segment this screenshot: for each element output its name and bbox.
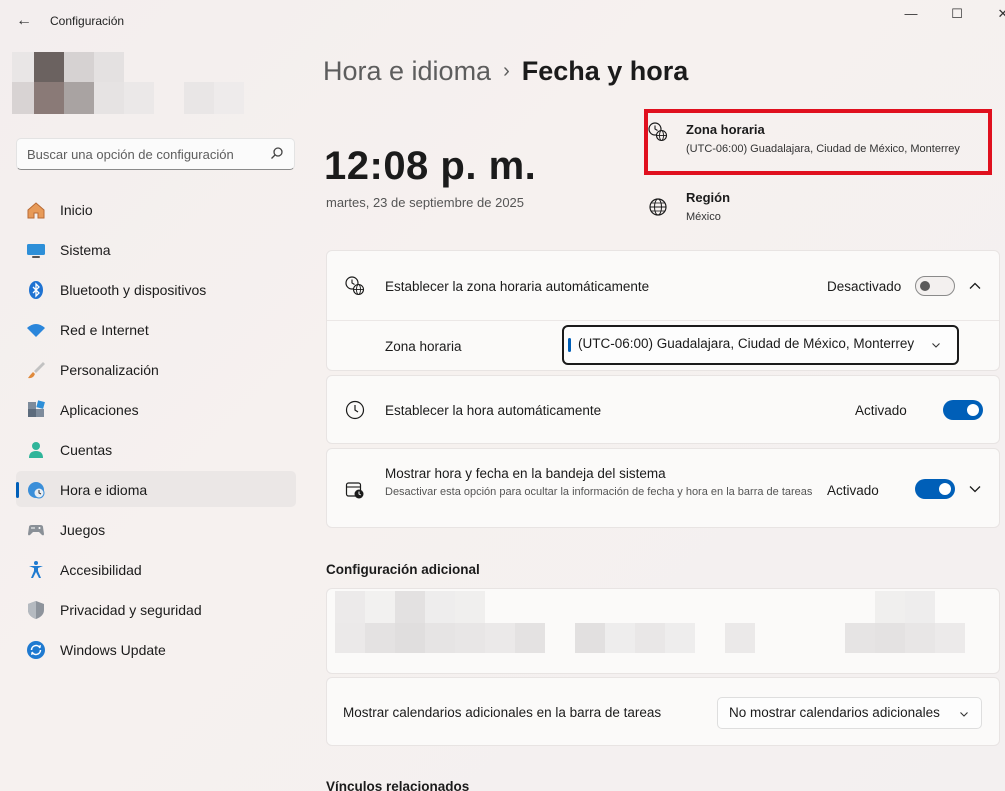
breadcrumb: Hora e idioma › Fecha y hora xyxy=(323,56,688,87)
sidebar-item-label: Privacidad y seguridad xyxy=(60,602,202,618)
clock-globe-icon xyxy=(28,482,45,499)
tray-toggle[interactable] xyxy=(915,479,955,499)
chevron-down-icon[interactable] xyxy=(967,481,983,497)
maximize-button[interactable]: ☐ xyxy=(934,4,980,24)
sidebar-item-cuentas[interactable]: Cuentas xyxy=(16,431,296,467)
user-profile-blurred xyxy=(12,52,252,114)
globe-icon xyxy=(649,198,667,216)
auto-time-card: Establecer la hora automáticamente Activ… xyxy=(326,375,1000,444)
sidebar-item-label: Sistema xyxy=(60,242,111,258)
sidebar-item-inicio[interactable]: Inicio xyxy=(16,191,296,227)
sidebar-item-label: Red e Internet xyxy=(60,322,149,338)
gamepad-icon xyxy=(28,525,44,536)
region-title: Región xyxy=(686,190,731,205)
search-input[interactable] xyxy=(17,139,267,169)
calendar-clock-icon xyxy=(345,482,364,499)
active-indicator xyxy=(16,482,19,498)
focus-indicator xyxy=(568,338,571,352)
update-icon xyxy=(27,641,45,659)
app-title: Configuración xyxy=(50,14,125,28)
sidebar-item-label: Personalización xyxy=(60,362,159,378)
calendars-label: Mostrar calendarios adicionales en la ba… xyxy=(343,705,662,720)
tray-state: Activado xyxy=(827,483,879,498)
sidebar-item-label: Cuentas xyxy=(60,442,113,458)
highlight-annotation xyxy=(644,109,992,175)
bluetooth-icon xyxy=(29,281,43,299)
tray-description: Desactivar esta opción para ocultar la i… xyxy=(385,486,813,498)
accessibility-icon xyxy=(29,561,43,578)
calendars-card: Mostrar calendarios adicionales en la ba… xyxy=(326,677,1000,746)
auto-time-state: Activado xyxy=(855,403,907,418)
chevron-down-icon xyxy=(932,343,940,348)
chevron-down-icon xyxy=(960,712,968,717)
close-button[interactable]: ✕ xyxy=(980,4,1005,24)
auto-timezone-state: Desactivado xyxy=(827,279,902,294)
blurred-setting-card xyxy=(326,588,1000,674)
system-monitor-icon xyxy=(27,244,45,258)
timezone-dropdown[interactable]: (UTC-06:00) Guadalajara, Ciudad de Méxic… xyxy=(562,325,959,365)
sidebar-item-label: Aplicaciones xyxy=(60,402,139,418)
tray-card: Mostrar hora y fecha en la bandeja del s… xyxy=(326,448,1000,528)
timezone-label: Zona horaria xyxy=(385,339,462,354)
breadcrumb-parent[interactable]: Hora e idioma xyxy=(323,56,491,86)
auto-timezone-label: Establecer la zona horaria automáticamen… xyxy=(385,279,650,294)
home-icon xyxy=(27,202,45,219)
current-date: martes, 23 de septiembre de 2025 xyxy=(326,195,525,210)
sidebar-item-label: Hora e idioma xyxy=(60,482,148,498)
sidebar-item-label: Bluetooth y dispositivos xyxy=(60,282,207,298)
current-time: 12:08 p. m. xyxy=(324,144,537,188)
sidebar-nav: Inicio Sistema Bluetooth y dispositivos … xyxy=(16,191,296,671)
sidebar-item-hora-idioma[interactable]: Hora e idioma xyxy=(16,471,296,507)
sidebar-item-aplicaciones[interactable]: Aplicaciones xyxy=(16,391,296,427)
clock-icon xyxy=(345,400,365,420)
timezone-dropdown-value: (UTC-06:00) Guadalajara, Ciudad de Méxic… xyxy=(578,336,915,351)
minimize-button[interactable]: — xyxy=(888,4,934,24)
sidebar-item-bluetooth[interactable]: Bluetooth y dispositivos xyxy=(16,271,296,307)
sidebar-item-personalizacion[interactable]: Personalización xyxy=(16,351,296,387)
chevron-up-icon[interactable] xyxy=(967,278,983,294)
clock-globe-icon xyxy=(345,276,365,296)
breadcrumb-separator: › xyxy=(503,60,510,82)
search-icon[interactable] xyxy=(270,146,284,160)
sidebar-item-label: Windows Update xyxy=(60,642,166,658)
sidebar-item-sistema[interactable]: Sistema xyxy=(16,231,296,267)
sidebar-item-accesibilidad[interactable]: Accesibilidad xyxy=(16,551,296,587)
auto-time-label: Establecer la hora automáticamente xyxy=(385,403,602,418)
calendars-dropdown-value: No mostrar calendarios adicionales xyxy=(729,705,940,720)
section-title-related: Vínculos relacionados xyxy=(326,779,470,791)
sidebar-item-red[interactable]: Red e Internet xyxy=(16,311,296,347)
title-bar: ← Configuración — ☐ ✕ xyxy=(0,0,1005,42)
tray-label: Mostrar hora y fecha en la bandeja del s… xyxy=(385,466,666,481)
region-info: Región México xyxy=(648,190,848,234)
section-title-additional: Configuración adicional xyxy=(326,562,480,577)
sidebar-item-privacidad[interactable]: Privacidad y seguridad xyxy=(16,591,296,627)
apps-icon xyxy=(28,400,45,417)
shield-icon xyxy=(28,601,44,619)
calendars-dropdown[interactable]: No mostrar calendarios adicionales xyxy=(717,697,982,729)
sidebar-item-windows-update[interactable]: Windows Update xyxy=(16,631,296,667)
sidebar-item-juegos[interactable]: Juegos xyxy=(16,511,296,547)
auto-timezone-toggle[interactable] xyxy=(915,276,955,296)
region-value: México xyxy=(686,211,721,223)
sidebar-item-label: Juegos xyxy=(60,522,106,538)
person-icon xyxy=(29,442,43,458)
search-box[interactable] xyxy=(16,138,295,170)
paintbrush-icon xyxy=(28,362,45,379)
auto-time-toggle[interactable] xyxy=(943,400,983,420)
back-arrow-icon[interactable]: ← xyxy=(12,10,36,32)
wifi-icon xyxy=(27,324,45,337)
divider xyxy=(327,320,999,321)
sidebar-item-label: Accesibilidad xyxy=(60,562,142,578)
sidebar-item-label: Inicio xyxy=(60,202,93,218)
page-title: Fecha y hora xyxy=(521,56,689,86)
